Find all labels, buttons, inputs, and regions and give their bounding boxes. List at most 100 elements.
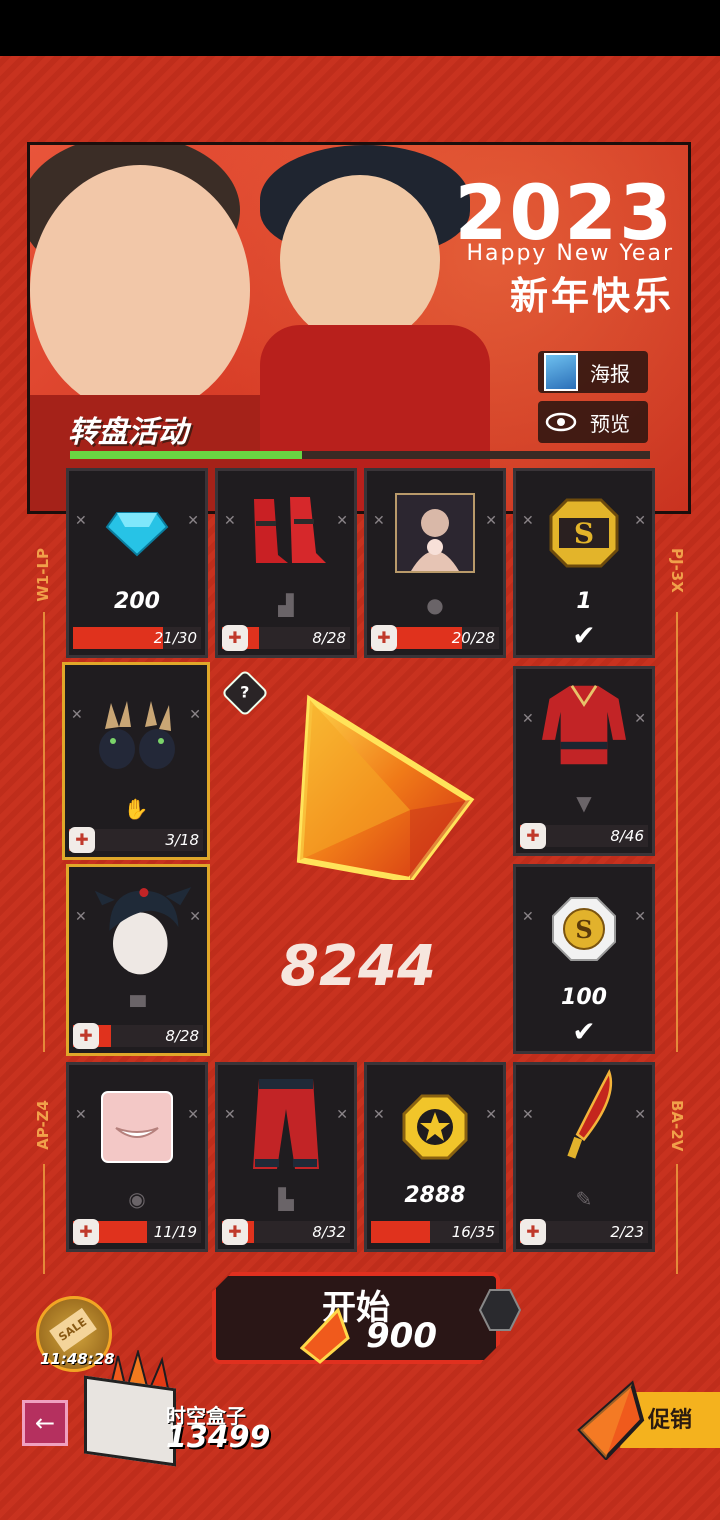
corner-x-icon: ✕ xyxy=(336,1107,348,1123)
progress-text: 20/28 xyxy=(451,629,495,647)
poster-thumbnail-icon xyxy=(542,353,580,391)
reward-cell-jacket[interactable]: ✕ ✕ ▼ ✚ 8/46 xyxy=(513,666,655,856)
promo-label: 促销 xyxy=(648,1408,693,1433)
progress-text: 8/28 xyxy=(165,1027,199,1045)
reward-cell-rabbit-gloves[interactable]: ✕ ✕ ✋ ✚ 3/18 xyxy=(62,662,210,860)
reward-cell-mouth[interactable]: ✕ ✕ ◉ ✚ 11/19 xyxy=(66,1062,208,1252)
promo-gem-icon xyxy=(577,1380,645,1460)
corner-x-icon: ✕ xyxy=(187,1107,199,1123)
corner-x-icon: ✕ xyxy=(187,513,199,529)
corner-x-icon: ✕ xyxy=(336,513,348,529)
reward-cell-hair[interactable]: ✕ ✕ ▀ ✚ 8/28 xyxy=(66,864,210,1056)
corner-x-icon: ✕ xyxy=(522,909,534,925)
help-icon[interactable]: ? xyxy=(220,668,270,718)
progress-text: 8/32 xyxy=(312,1223,346,1241)
poster-button[interactable]: 海报 xyxy=(538,351,648,393)
corner-x-icon: ✕ xyxy=(634,711,646,727)
progress-bar: 21/30 xyxy=(73,627,201,649)
corner-x-icon: ✕ xyxy=(485,513,497,529)
corner-x-icon: ✕ xyxy=(189,707,201,723)
reward-quantity: 1 xyxy=(576,589,592,614)
event-progress-fill xyxy=(70,451,302,459)
svg-text:S: S xyxy=(574,517,594,550)
corner-x-icon: ✕ xyxy=(634,513,646,529)
svg-text:S: S xyxy=(575,915,592,944)
corner-x-icon: ✕ xyxy=(71,707,83,723)
poster-label: 海报 xyxy=(590,361,630,386)
hair-icon xyxy=(93,873,193,983)
puzzle-icon: ✚ xyxy=(520,823,546,849)
puzzle-icon: ✚ xyxy=(73,1219,99,1245)
corner-x-icon: ✕ xyxy=(75,1107,87,1123)
center-count: 8244 xyxy=(280,934,436,999)
corner-x-icon: ✕ xyxy=(485,1107,497,1123)
puzzle-icon: ✚ xyxy=(371,625,397,651)
side-line-right-bottom xyxy=(676,1164,678,1274)
s-ticket-icon: S xyxy=(542,491,626,575)
progress-text: 2/23 xyxy=(610,1223,644,1241)
progress-bar: ✚ 8/32 xyxy=(222,1219,350,1245)
reward-quantity: 100 xyxy=(561,985,607,1010)
reward-cell-portrait[interactable]: ✕ ✕ ● ✚ 20/28 xyxy=(364,468,506,658)
progress-text: 8/28 xyxy=(312,629,346,647)
reward-cell-diamond[interactable]: ✕ ✕ 200 21/30 xyxy=(66,468,208,658)
corner-x-icon: ✕ xyxy=(224,513,236,529)
event-banner: 2023 Happy New Year 新年快乐 海报 预览 转盘活动 xyxy=(27,142,691,514)
checkmark-icon: ✔ xyxy=(572,619,596,652)
side-line-left-top xyxy=(43,612,45,1052)
start-cost: 900 xyxy=(366,1316,437,1356)
progress-fill xyxy=(371,1221,430,1243)
side-label-bottom-left: AP-Z4 xyxy=(34,1100,52,1150)
preview-button[interactable]: 预览 xyxy=(538,401,648,443)
progress-text: 16/35 xyxy=(451,1223,495,1241)
glove-slot-icon: ✋ xyxy=(123,797,149,821)
corner-x-icon: ✕ xyxy=(634,909,646,925)
event-progress-bar xyxy=(70,451,650,459)
person-slot-icon: ● xyxy=(426,593,444,617)
progress-bar: ✚ 3/18 xyxy=(69,827,203,853)
corner-x-icon: ✕ xyxy=(75,909,87,925)
box-count: 13499 xyxy=(166,1420,271,1455)
weapon-slot-icon: ✎ xyxy=(575,1187,593,1211)
lips-slot-icon: ◉ xyxy=(128,1187,146,1211)
progress-bar: ✚ 11/19 xyxy=(73,1219,201,1245)
progress-bar: ✚ 8/28 xyxy=(222,625,350,651)
event-title: 转盘活动 xyxy=(68,415,188,450)
side-line-left-bottom xyxy=(43,1164,45,1274)
time-space-box-icon[interactable] xyxy=(84,1375,176,1467)
progress-text: 21/30 xyxy=(153,629,197,647)
puzzle-icon: ✚ xyxy=(73,1023,99,1049)
preview-label: 预览 xyxy=(590,411,630,436)
portrait-icon xyxy=(393,491,477,575)
fire-gem-icon xyxy=(296,694,475,880)
reward-cell-s-coin[interactable]: ✕ ✕ S 100 ✔ xyxy=(513,864,655,1054)
pants-slot-icon: ▙ xyxy=(278,1187,294,1211)
pants-icon xyxy=(244,1079,328,1169)
side-label-top-right: PJ-3X xyxy=(668,548,686,593)
corner-x-icon: ✕ xyxy=(522,711,534,727)
progress-text: 8/46 xyxy=(610,827,644,845)
boots-icon xyxy=(244,491,328,575)
reward-cell-knife[interactable]: ✕ ✕ ✎ ✚ 2/23 xyxy=(513,1062,655,1252)
reward-cell-s-ticket[interactable]: ✕ ✕ S 1 ✔ xyxy=(513,468,655,658)
rabbit-gloves-icon xyxy=(95,695,179,779)
knife-icon xyxy=(542,1068,626,1159)
puzzle-icon: ✚ xyxy=(222,625,248,651)
progress-bar: ✚ 2/23 xyxy=(520,1219,648,1245)
reward-cell-pants[interactable]: ✕ ✕ ▙ ✚ 8/32 xyxy=(215,1062,357,1252)
hexagon-button[interactable] xyxy=(478,1288,522,1332)
progress-bar: ✚ 8/46 xyxy=(520,823,648,849)
back-button[interactable]: ← xyxy=(22,1400,68,1446)
progress-bar: 16/35 xyxy=(371,1221,499,1243)
reward-cell-boots[interactable]: ✕ ✕ ▟ ✚ 8/28 xyxy=(215,468,357,658)
reward-cell-star-coin[interactable]: ✕ ✕ 2888 16/35 xyxy=(364,1062,506,1252)
corner-x-icon: ✕ xyxy=(522,1107,534,1123)
shirt-slot-icon: ▼ xyxy=(576,791,592,815)
corner-x-icon: ✕ xyxy=(522,513,534,529)
start-label: 开始 xyxy=(322,1288,390,1328)
jacket-icon xyxy=(542,683,626,767)
corner-x-icon: ✕ xyxy=(373,1107,385,1123)
progress-fill xyxy=(73,627,163,649)
reward-quantity: 200 xyxy=(114,589,160,614)
start-button[interactable]: 开始 900 xyxy=(212,1272,500,1364)
